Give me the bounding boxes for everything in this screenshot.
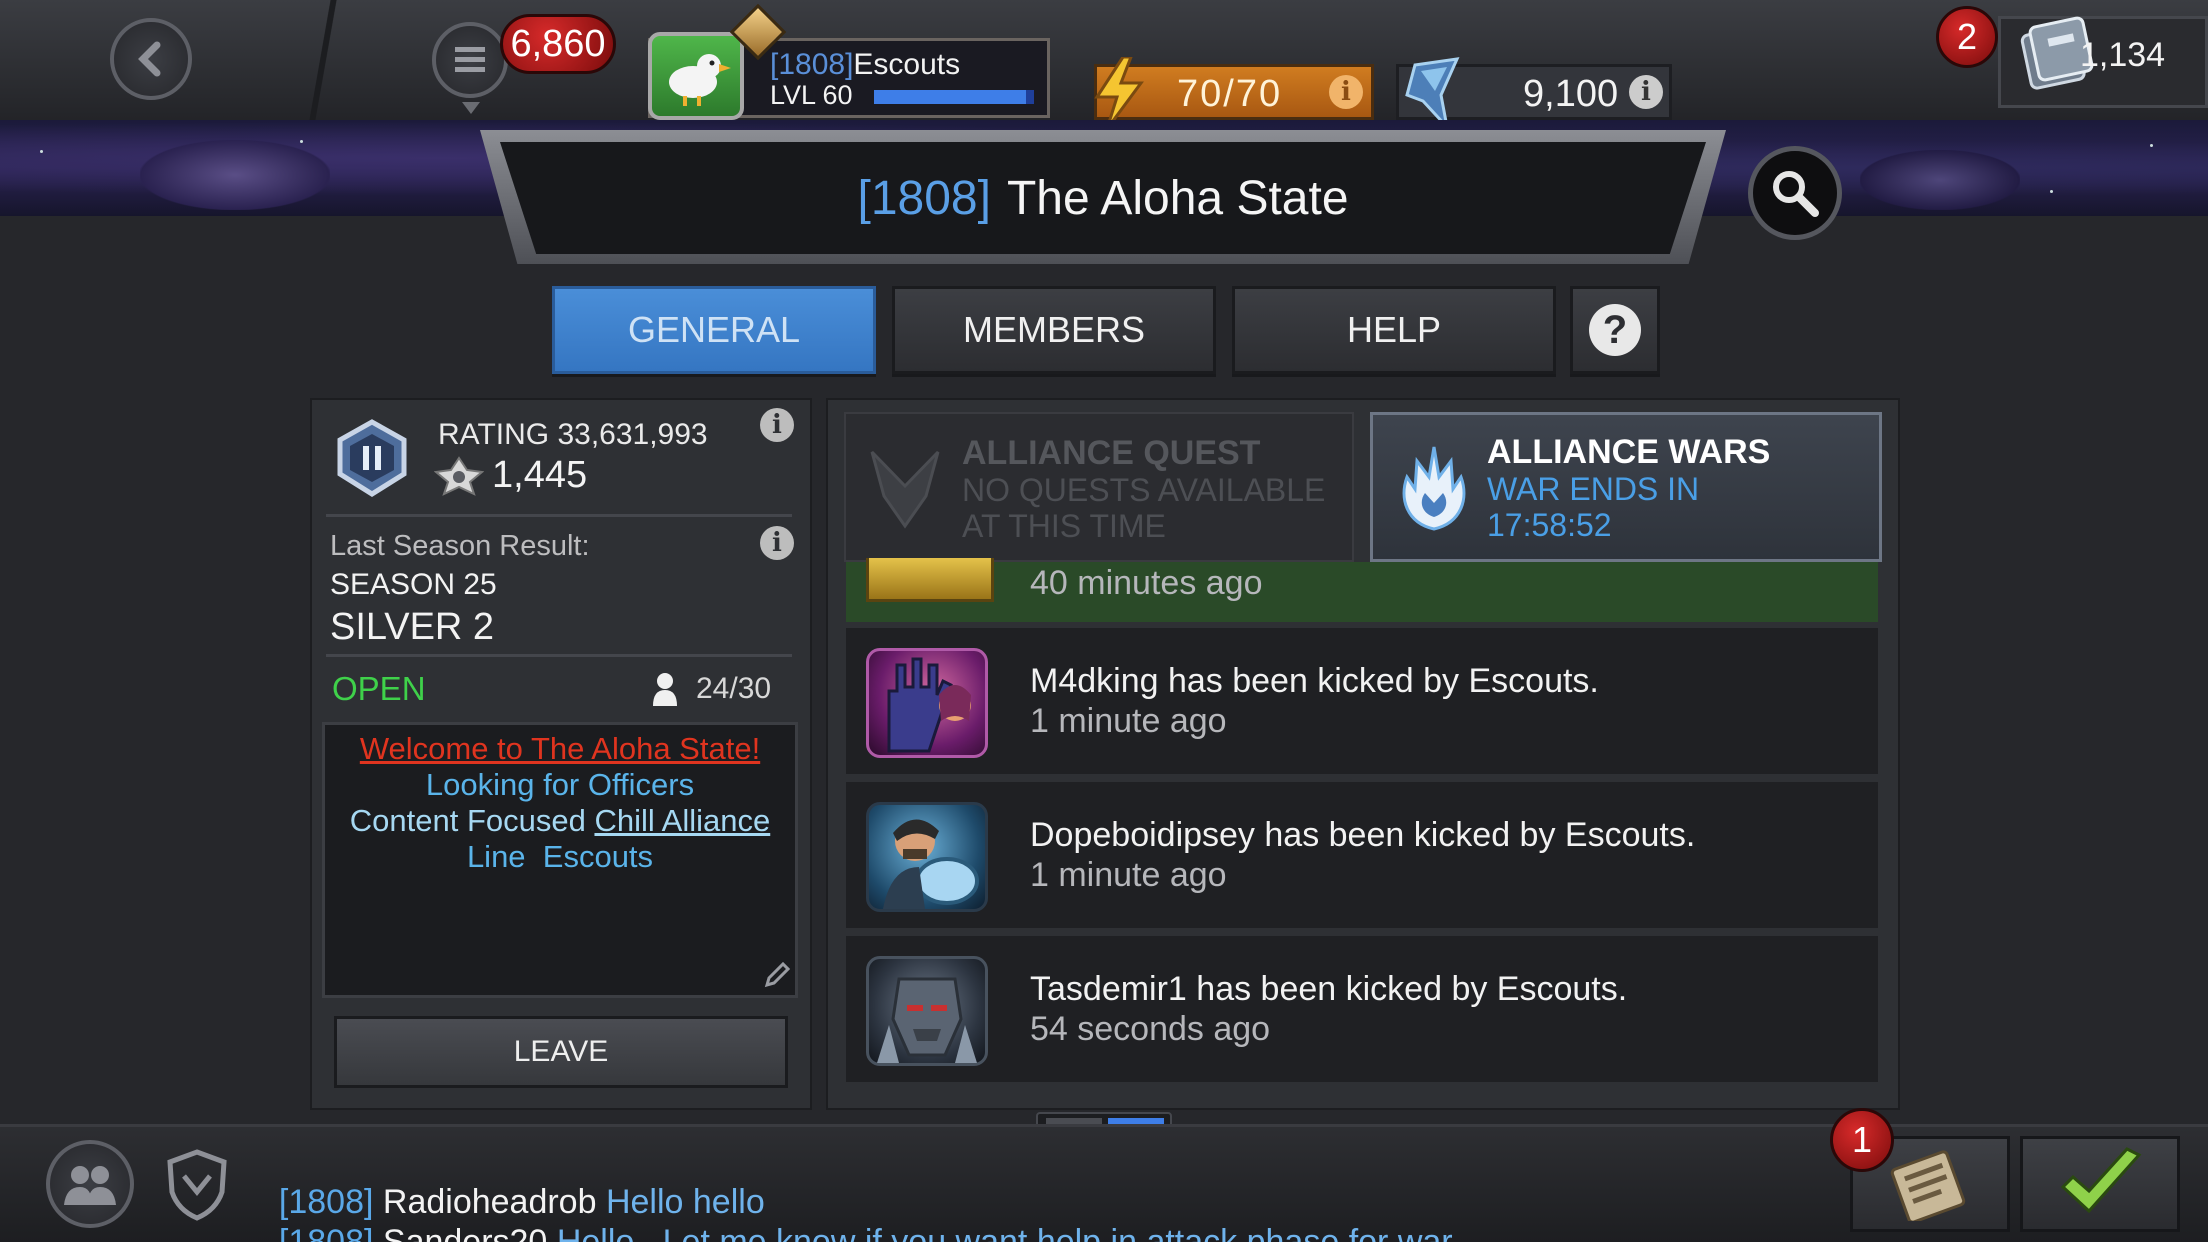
alliance-wars-timer: 17:58:52: [1487, 507, 1612, 543]
energy-info-icon[interactable]: i: [1329, 75, 1363, 109]
armored-face-icon: [877, 977, 977, 1063]
bird-avatar-icon: [669, 54, 731, 106]
menu-icon: [455, 47, 485, 72]
alliance-quest-line: AT THIS TIME: [962, 508, 1166, 544]
champion-portrait-icon: [866, 802, 988, 912]
chevron-left-icon: [138, 41, 161, 77]
tab-members[interactable]: MEMBERS: [892, 286, 1216, 374]
quests-notification-badge[interactable]: 1: [1830, 1108, 1894, 1172]
motd-line: Looking for Officers: [425, 767, 695, 802]
war-rank-shield-icon: [337, 419, 407, 497]
last-season-label: Last Season Result:: [330, 530, 590, 562]
top-bar-divider: [300, 0, 346, 120]
alliance-quest-line: NO QUESTS AVAILABLE: [962, 472, 1326, 508]
season-info-icon[interactable]: i: [760, 526, 794, 560]
gold-notification-badge[interactable]: 2: [1936, 6, 1998, 68]
alliance-wars-flame-icon: [1402, 446, 1466, 531]
profile-name-row: [1808]Escouts: [770, 48, 960, 82]
group-icon: [64, 1166, 116, 1205]
feed-item[interactable]: M4dking has been kicked by Escouts. 1 mi…: [846, 628, 1878, 774]
search-button[interactable]: [1748, 146, 1842, 240]
chat-text: Hello. Let me know if you want help in a…: [556, 1223, 1461, 1242]
profile-avatar[interactable]: [648, 32, 744, 120]
profile-name: Escouts: [853, 48, 961, 81]
alliance-chat-button[interactable]: [46, 1140, 134, 1228]
profile-alliance-tag: [1808]: [770, 48, 854, 81]
rating-info-icon[interactable]: i: [760, 408, 794, 442]
alliance-rating: RATING 33,631,993: [438, 418, 708, 451]
chat-message: [1808] Sanders20 Hello. Let me know if y…: [260, 1184, 1460, 1242]
feed-message: M4dking has been kicked by Escouts.: [1030, 662, 1599, 700]
menu-dropdown-caret: [462, 102, 480, 114]
clipboard-icon: [1890, 1150, 1966, 1221]
alliance-wars-line: WAR ENDS IN: [1487, 471, 1700, 507]
motd-text: Chill Alliance: [594, 803, 771, 838]
feed-item[interactable]: Dopeboidipsey has been kicked by Escouts…: [846, 782, 1878, 928]
asteroid-right: [1860, 150, 2020, 210]
menu-button[interactable]: [432, 22, 508, 98]
alliance-quest-title: ALLIANCE QUEST: [962, 434, 1261, 472]
alliance-quest-icon: [870, 450, 940, 529]
search-icon: [1773, 171, 1819, 217]
alliance-shield-icon[interactable]: [164, 1148, 230, 1222]
energy-value: 70/70: [1177, 73, 1283, 115]
help-button[interactable]: ?: [1570, 286, 1660, 374]
alliance-name: The Aloha State: [1006, 171, 1349, 225]
xp-progress-fill: [874, 90, 1026, 104]
crystals-count-badge[interactable]: 6,860: [500, 14, 616, 74]
message-of-the-day: Welcome to The Aloha State! Looking for …: [322, 722, 798, 998]
units-info-icon[interactable]: i: [1629, 75, 1663, 109]
feed-message: Dopeboidipsey has been kicked by Escouts…: [1030, 816, 1696, 854]
motd-text: Content Focused: [349, 803, 595, 838]
question-icon: ?: [1589, 304, 1641, 356]
member-count: 24/30: [696, 672, 772, 705]
units-meter[interactable]: 9,100 i: [1396, 57, 1672, 131]
season-tier: SILVER 2: [330, 606, 495, 648]
asteroid-left: [140, 140, 330, 210]
war-rating-value: 1,445: [492, 454, 588, 496]
gold-trophy-icon: [866, 558, 994, 602]
motd-line: Line Escouts: [466, 839, 654, 874]
tab-help[interactable]: HELP: [1232, 286, 1556, 374]
motd-line: Welcome to The Aloha State!: [359, 731, 761, 766]
feed-time: 1 minute ago: [1030, 702, 1227, 740]
alliance-wars-title: ALLIANCE WARS: [1487, 433, 1771, 471]
lightning-icon: [1094, 57, 1144, 129]
checkmark-icon: [2060, 1147, 2142, 1214]
panel-divider: [326, 514, 792, 517]
gold-value: 1,134: [2080, 36, 2166, 74]
objectives-button[interactable]: [2020, 1136, 2180, 1232]
season-label: SEASON 25: [330, 568, 497, 601]
alliance-quest-card[interactable]: ALLIANCE QUEST NO QUESTS AVAILABLE AT TH…: [844, 412, 1354, 562]
alliance-wars-card[interactable]: ALLIANCE WARS WAR ENDS IN 17:58:52: [1370, 412, 1882, 562]
feed-message: Tasdemir1 has been kicked by Escouts.: [1030, 970, 1628, 1008]
tab-general[interactable]: GENERAL: [552, 286, 876, 374]
back-button[interactable]: [110, 18, 192, 100]
chat-channel: [1808]: [278, 1223, 374, 1242]
person-icon: [653, 673, 677, 706]
alliance-tag: [1808]: [857, 171, 991, 225]
units-value: 9,100: [1523, 73, 1619, 115]
profile-level: LVL 60: [770, 80, 853, 110]
leave-button[interactable]: LEAVE: [334, 1016, 788, 1088]
alliance-title: [1808] The Aloha State: [500, 142, 1706, 254]
champion-portrait-icon: [866, 956, 988, 1066]
war-rating-emblem-icon: [434, 456, 484, 496]
champion-portrait-icon: [866, 648, 988, 758]
fist-silhouette-icon: [883, 819, 979, 909]
panel-divider: [326, 654, 792, 657]
feed-item[interactable]: 40 minutes ago: [846, 558, 1878, 622]
edit-pencil-icon[interactable]: [763, 961, 791, 989]
motd-line: Content Focused Chill Alliance: [325, 803, 795, 839]
energy-meter[interactable]: 70/70 i: [1094, 57, 1374, 129]
feed-time: 54 seconds ago: [1030, 1010, 1271, 1048]
hand-silhouette-icon: [887, 657, 971, 753]
feed-item[interactable]: Tasdemir1 has been kicked by Escouts. 54…: [846, 936, 1878, 1082]
recruit-status: OPEN: [332, 670, 426, 707]
xp-progress-bar: [874, 90, 1034, 104]
chat-sender[interactable]: Sanders20: [383, 1223, 547, 1242]
feed-time: 1 minute ago: [1030, 856, 1227, 894]
feed-time: 40 minutes ago: [1030, 564, 1263, 602]
